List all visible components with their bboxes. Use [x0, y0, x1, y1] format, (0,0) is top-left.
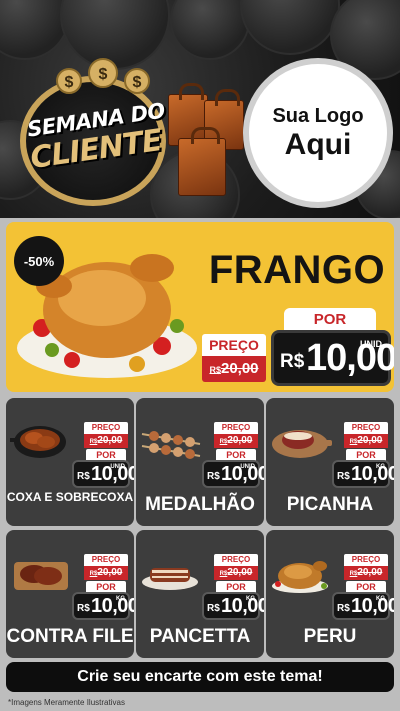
new-price-box: R$ 10,00 UNID [271, 330, 394, 386]
old-price-value: 20,00 [357, 435, 383, 446]
old-price-label: PREÇO [214, 422, 258, 434]
price-unit: UNID [360, 339, 382, 349]
product-card[interactable]: PREÇO R$20,00 POR R$ 10,00 KG PERU [266, 530, 394, 658]
product-name: CONTRA FILE [6, 626, 134, 647]
product-card[interactable]: PREÇO R$20,00 POR R$ 10,00 KG PANCETTA [136, 530, 264, 658]
new-price-box: R$ 10,00 KG [332, 460, 394, 488]
logo-line1: Sua Logo [272, 104, 364, 127]
new-price-box: R$ 10,00 KG [332, 592, 394, 620]
new-price-value: 10,00 [351, 463, 394, 485]
product-card[interactable]: PREÇO R$20,00 POR R$ 10,00 KG PICANHA [266, 398, 394, 526]
currency-symbol: R$ [337, 603, 350, 614]
product-card[interactable]: PREÇO R$20,00 POR R$ 10,00 UNID COXA E S… [6, 398, 134, 526]
logo-line2: Aqui [284, 127, 352, 161]
old-price: R$20,00 [214, 566, 258, 580]
featured-product-card[interactable]: -50% FRANGO PREÇO R$20,00 POR R$ 10,00 U… [6, 222, 394, 392]
new-price-value: 10,00 [91, 595, 134, 617]
old-price: R$20,00 [344, 434, 388, 448]
old-price: R$20,00 [214, 434, 258, 448]
old-price-value: 20,00 [220, 360, 259, 377]
old-price-value: 20,00 [227, 435, 253, 446]
old-price-currency: R$ [209, 365, 221, 375]
old-price-label: PREÇO [344, 554, 388, 566]
pancetta-icon [142, 568, 198, 590]
currency-symbol: R$ [337, 471, 350, 482]
currency-symbol: R$ [77, 603, 90, 614]
steak-board-icon [14, 562, 68, 590]
coin-decoration [170, 0, 250, 60]
product-card[interactable]: PREÇO R$20,00 POR R$ 10,00 UNID MEDALHÃO [136, 398, 264, 526]
old-price: R$20,00 [84, 434, 128, 448]
picanha-board-icon [272, 430, 332, 458]
old-price-label: PREÇO [344, 422, 388, 434]
chicken-thigh-pan-icon [10, 426, 66, 458]
skewers-icon [141, 431, 201, 459]
new-price-box: R$ 10,00 KG [72, 592, 134, 620]
product-name: PANCETTA [149, 626, 251, 647]
price-unit: KG [376, 464, 385, 470]
featured-product-name: FRANGO [208, 248, 386, 292]
new-price-box: R$ 10,00 UNID [202, 460, 264, 488]
new-price-value: 10,00 [221, 595, 264, 617]
price-unit: UNID [110, 464, 125, 470]
currency-symbol: R$ [207, 603, 220, 614]
create-flyer-button[interactable]: Crie seu encarte com este tema! [6, 662, 394, 692]
old-price-value: 20,00 [97, 435, 123, 446]
coin-decoration [240, 0, 340, 55]
discount-badge: -50% [14, 236, 64, 286]
price-unit: UNID [240, 464, 255, 470]
dollar-coin-icon: $ [56, 68, 82, 94]
product-name: PICANHA [286, 494, 374, 515]
old-price-label: PREÇO [202, 334, 266, 356]
logo-placeholder: Sua Logo Aqui [243, 58, 393, 208]
new-price-box: R$ 10,00 UNID [72, 460, 134, 488]
roast-turkey-icon [272, 561, 328, 593]
semana-do-cliente-badge: $ $ $ SEMANA DO CLIENTE [12, 58, 172, 208]
old-price-value: 20,00 [227, 567, 253, 578]
old-price-value: 20,00 [357, 567, 383, 578]
price-unit: KG [376, 596, 385, 602]
dollar-coin-icon: $ [88, 58, 118, 88]
disclaimer-text: *Imagens Meramente Ilustrativas [8, 698, 125, 707]
header-banner: $ $ $ SEMANA DO CLIENTE Sua Logo Aqui [0, 0, 400, 218]
new-price-label: POR [284, 308, 376, 332]
product-name: PERU [303, 626, 357, 647]
new-price-box: R$ 10,00 KG [202, 592, 264, 620]
old-price: R$20,00 [344, 566, 388, 580]
old-price-value: 20,00 [97, 567, 123, 578]
price-unit: KG [246, 596, 255, 602]
old-price-label: PREÇO [84, 422, 128, 434]
product-card[interactable]: PREÇO R$20,00 POR R$ 10,00 KG CONTRA FIL… [6, 530, 134, 658]
old-price-label: PREÇO [84, 554, 128, 566]
currency-symbol: R$ [280, 351, 305, 372]
old-price: R$20,00 [84, 566, 128, 580]
product-name: COXA E SOBRECOXA [6, 490, 134, 504]
shopping-bags-icon [164, 78, 250, 198]
currency-symbol: R$ [77, 471, 90, 482]
dollar-coin-icon: $ [124, 68, 150, 94]
old-price: R$20,00 [202, 356, 266, 382]
product-name: MEDALHÃO [145, 494, 255, 515]
new-price-value: 10,00 [351, 595, 394, 617]
old-price-label: PREÇO [214, 554, 258, 566]
currency-symbol: R$ [207, 471, 220, 482]
price-unit: KG [116, 596, 125, 602]
